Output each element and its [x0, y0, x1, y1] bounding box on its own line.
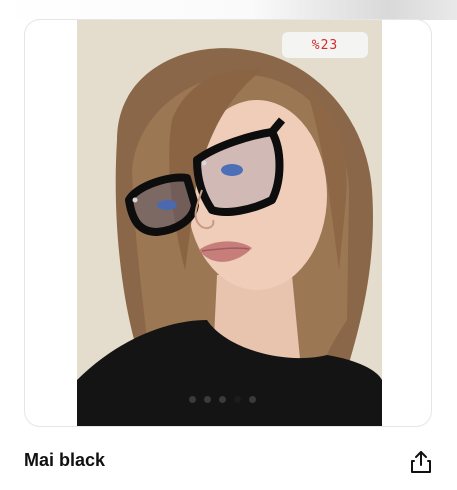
pagination-dot[interactable] — [249, 396, 256, 403]
pagination-dot-active[interactable] — [234, 396, 241, 403]
share-button[interactable] — [405, 446, 437, 478]
image-pagination-dots — [189, 396, 256, 403]
pagination-dot[interactable] — [219, 396, 226, 403]
share-icon — [411, 451, 431, 473]
product-image-card[interactable]: %23 — [24, 19, 432, 427]
product-photo[interactable]: %23 — [77, 20, 382, 426]
pagination-dot[interactable] — [204, 396, 211, 403]
product-title: Mai black — [24, 450, 106, 470]
top-gradient-strip — [0, 0, 457, 20]
product-photo-illustration — [77, 20, 382, 426]
pagination-dot[interactable] — [189, 396, 196, 403]
discount-badge: %23 — [282, 32, 368, 58]
